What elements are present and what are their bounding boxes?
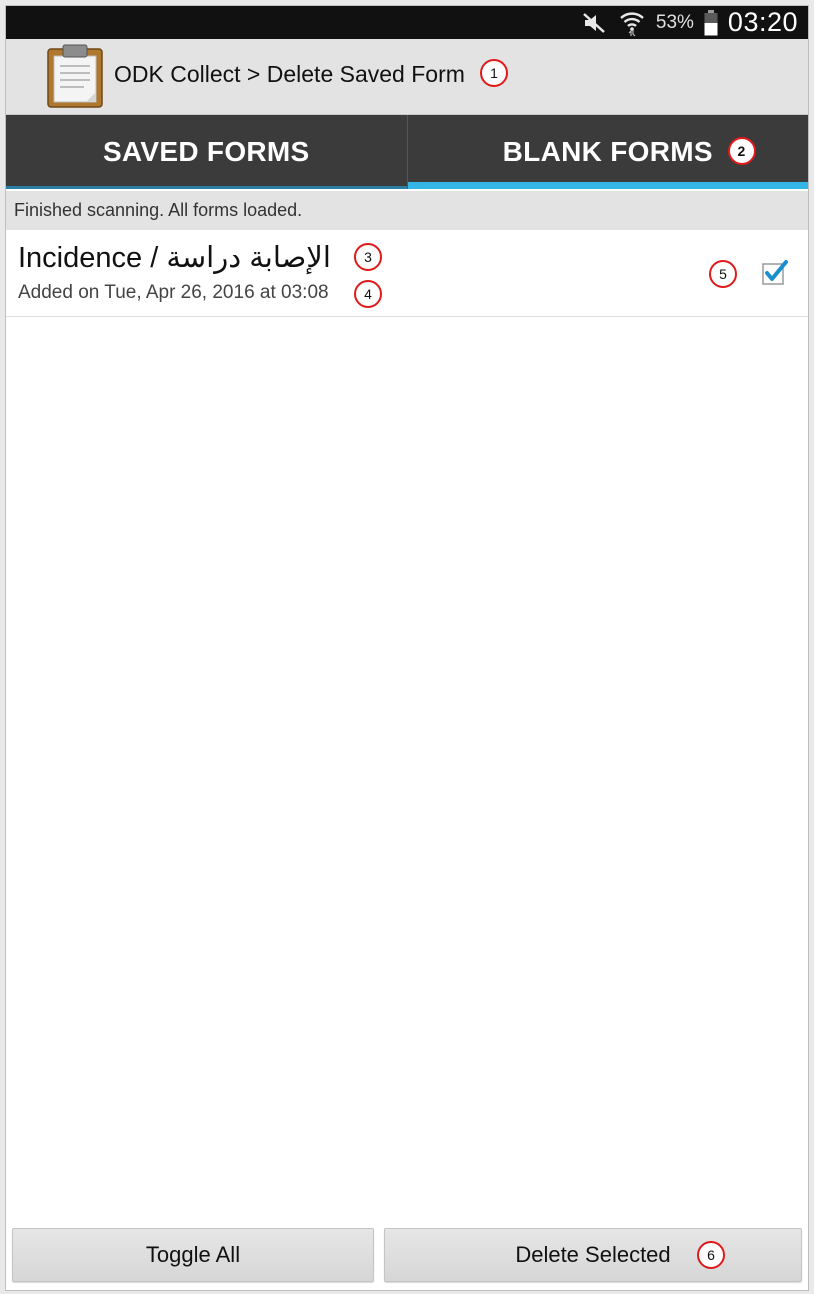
form-title: Incidence / الإصابة دراسة bbox=[18, 242, 331, 274]
toggle-all-button[interactable]: Toggle All bbox=[12, 1228, 374, 1282]
list-item[interactable]: Incidence / الإصابة دراسة 3 Added on Tue… bbox=[6, 230, 808, 317]
mute-icon bbox=[582, 11, 608, 35]
form-checkbox[interactable] bbox=[762, 260, 788, 285]
annotation-marker-4: 4 bbox=[354, 280, 382, 308]
wifi-icon bbox=[618, 9, 646, 37]
tab-blank-forms-label: BLANK FORMS bbox=[502, 136, 713, 167]
action-bar: ODK Collect > Delete Saved Form 1 bbox=[6, 39, 808, 115]
annotation-marker-1: 1 bbox=[480, 59, 508, 87]
status-message-text: Finished scanning. All forms loaded. bbox=[14, 200, 303, 220]
page-title: ODK Collect > Delete Saved Form bbox=[114, 61, 465, 87]
status-bar: 53% 03:20 bbox=[6, 6, 808, 39]
annotation-marker-3: 3 bbox=[354, 243, 382, 271]
tab-saved-forms-label: SAVED FORMS bbox=[102, 136, 310, 167]
delete-selected-label: Delete Selected bbox=[515, 1242, 671, 1267]
tab-saved-forms-underline bbox=[6, 186, 407, 189]
form-date: Added on Tue, Apr 26, 2016 at 03:08 bbox=[18, 282, 329, 303]
status-icons: 53% 03:20 bbox=[582, 6, 798, 39]
toggle-all-label: Toggle All bbox=[145, 1242, 241, 1267]
tab-blank-forms[interactable]: BLANK FORMS 2 bbox=[406, 115, 808, 189]
bottom-button-bar: Toggle All Delete Selected 6 bbox=[6, 1224, 808, 1290]
annotation-marker-5: 5 bbox=[709, 260, 737, 288]
annotation-marker-6: 6 bbox=[697, 1241, 725, 1269]
tab-selected-indicator bbox=[407, 182, 808, 189]
status-message: Finished scanning. All forms loaded. bbox=[6, 191, 808, 230]
annotation-marker-2: 2 bbox=[727, 137, 756, 165]
delete-selected-button[interactable]: Delete Selected 6 bbox=[384, 1228, 802, 1282]
status-clock: 03:20 bbox=[727, 7, 798, 37]
battery-icon bbox=[704, 9, 718, 36]
battery-percent: 53% bbox=[655, 11, 694, 33]
tab-bar: SAVED FORMS BLANK FORMS 2 bbox=[6, 115, 808, 189]
saved-forms-list: Incidence / الإصابة دراسة 3 Added on Tue… bbox=[6, 230, 808, 317]
clipboard-icon[interactable] bbox=[46, 44, 104, 108]
app-screen: 53% 03:20 ODK Collect > Delete Saved For… bbox=[6, 6, 808, 1290]
tab-saved-forms[interactable]: SAVED FORMS bbox=[6, 115, 407, 189]
